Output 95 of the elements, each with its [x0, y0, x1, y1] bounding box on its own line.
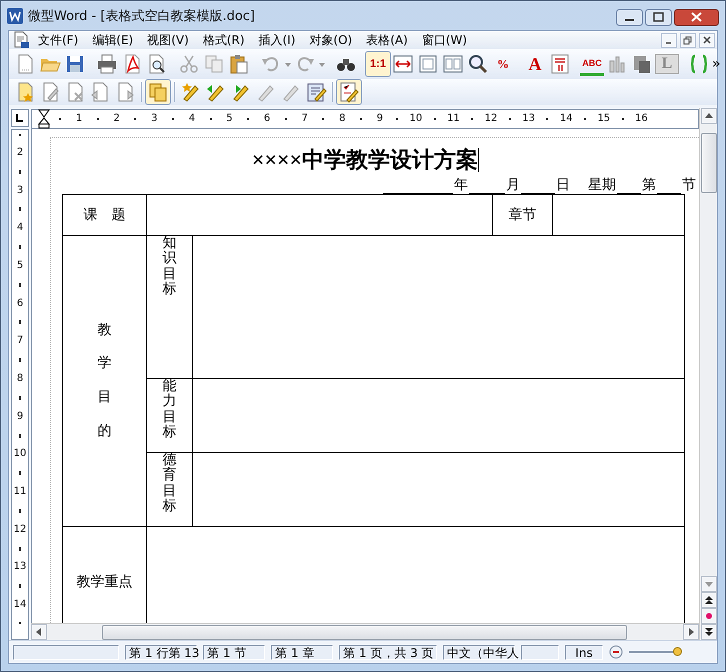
dot-icon [706, 613, 712, 619]
table-cell: 课 题 [62, 194, 146, 236]
scrollbar-thumb[interactable] [102, 624, 627, 640]
menu-item[interactable]: 插入(I) [252, 32, 302, 48]
status-field [521, 644, 559, 660]
text-cursor [478, 148, 480, 172]
minimize-button[interactable] [616, 9, 643, 26]
ruler-number: 8 [339, 114, 346, 124]
printer-icon[interactable] [95, 52, 119, 76]
ruler-number: 14 [560, 114, 573, 124]
table-cell: 德育目标 [162, 453, 176, 515]
slider-thumb[interactable] [673, 647, 682, 656]
ruler-number: 15 [597, 114, 610, 124]
browse-object-button[interactable] [700, 608, 716, 624]
ruler-number: 7 [16, 336, 24, 346]
ruler-number: 12 [14, 524, 26, 535]
review-icon[interactable] [337, 80, 361, 104]
maximize-button[interactable] [645, 9, 672, 26]
menu-item[interactable]: 窗口(W) [414, 32, 474, 48]
up-arrow-icon [704, 113, 712, 119]
ruler-number: 11 [447, 114, 460, 124]
date-label: 第 [641, 176, 657, 194]
menu-item[interactable]: 对象(O) [302, 32, 360, 48]
ruler-number: 2 [114, 114, 120, 124]
menu-item[interactable]: 文件(F) [31, 32, 86, 48]
ruler-number: 8 [16, 374, 24, 384]
double-down-arrow-icon [704, 628, 712, 636]
ruler-number: 2 [16, 148, 24, 158]
document-title: ××××中学教学设计方案 [252, 146, 478, 174]
ruler-number: 10 [14, 449, 26, 460]
ruler-number: 3 [16, 186, 24, 196]
ruler-number: 4 [188, 114, 196, 124]
ruler-number: 14 [14, 600, 26, 610]
scrollbar-thumb[interactable] [700, 133, 716, 193]
magnifier-icon[interactable] [466, 52, 490, 76]
ruler-number: 11 [14, 487, 26, 498]
document-icon[interactable] [13, 31, 31, 49]
table-cell-text: 教学目的 [98, 320, 112, 441]
restore-button[interactable] [680, 32, 696, 48]
menu-item[interactable]: 编辑(E) [85, 32, 140, 48]
menu-item[interactable]: 格式(R) [196, 32, 252, 48]
ruler-number: 9 [16, 412, 24, 422]
date-label: 星期 [587, 176, 617, 194]
window-title: 微型Word - [表格式空白教案模版.doc] [28, 8, 255, 24]
status-field: 第 1 节 [203, 644, 265, 660]
ruler-number: 7 [301, 114, 308, 124]
horizontal-scrollbar[interactable] [31, 623, 699, 640]
status-field: Ins [565, 644, 603, 660]
ruler-number: 10 [409, 114, 422, 124]
indent-marker-icon[interactable] [38, 109, 50, 129]
status-field: 第 1 章 [271, 644, 333, 660]
spellcheck-button[interactable]: ABC [580, 52, 604, 76]
scroll-right-button[interactable] [683, 624, 699, 640]
ruler-number: 13 [14, 562, 26, 572]
ruler-number: 1 [76, 114, 82, 124]
scroll-up-button[interactable] [700, 108, 716, 124]
down-arrow-icon [704, 581, 712, 587]
minimize-button[interactable] [661, 32, 677, 48]
zoom-percent-button[interactable]: % [491, 52, 515, 76]
ruler-number: 12 [484, 114, 498, 124]
app-icon [7, 8, 23, 24]
ruler-number: 13 [522, 114, 535, 124]
actual-size-button[interactable]: 1:1 [366, 52, 390, 76]
next-page-button[interactable] [700, 624, 716, 640]
close-button[interactable] [674, 9, 719, 26]
ruler-number: 6 [264, 114, 270, 124]
menu-item[interactable]: 表格(A) [359, 32, 415, 48]
zoom-out-button[interactable] [609, 645, 623, 659]
ruler-number: 16 [635, 114, 648, 124]
ruler-number: 5 [16, 260, 24, 271]
ruler-number: 3 [151, 114, 158, 124]
tab-selector-icon[interactable] [11, 109, 29, 127]
vertical-scrollbar[interactable] [699, 108, 717, 640]
ruler-number: 9 [376, 114, 384, 124]
left-arrow-icon [36, 628, 42, 636]
menu-item[interactable]: 视图(V) [140, 32, 196, 48]
date-label: 月 [505, 176, 521, 194]
right-arrow-icon [688, 628, 694, 636]
ruler-number: 4 [16, 223, 24, 234]
date-label: 年 [453, 176, 469, 194]
font-button[interactable]: A [523, 52, 547, 76]
scroll-left-button[interactable] [31, 624, 47, 640]
table-cell: 知识目标 [162, 236, 176, 298]
table-cell: 章节 [492, 194, 552, 236]
more-button[interactable]: » [712, 56, 721, 72]
double-up-arrow-icon [704, 596, 712, 604]
status-field: 第 1 页，共 3 页 [339, 644, 437, 660]
documents-icon[interactable] [146, 80, 170, 104]
date-label: 节 [681, 176, 697, 194]
ruler-number: 5 [226, 114, 233, 124]
date-label: 日 [555, 176, 571, 194]
table-cell: 能力目标 [162, 379, 176, 441]
ruler-number: 6 [16, 298, 24, 309]
status-field: 第 1 行第 13 [125, 644, 197, 660]
previous-page-button[interactable] [700, 592, 716, 608]
